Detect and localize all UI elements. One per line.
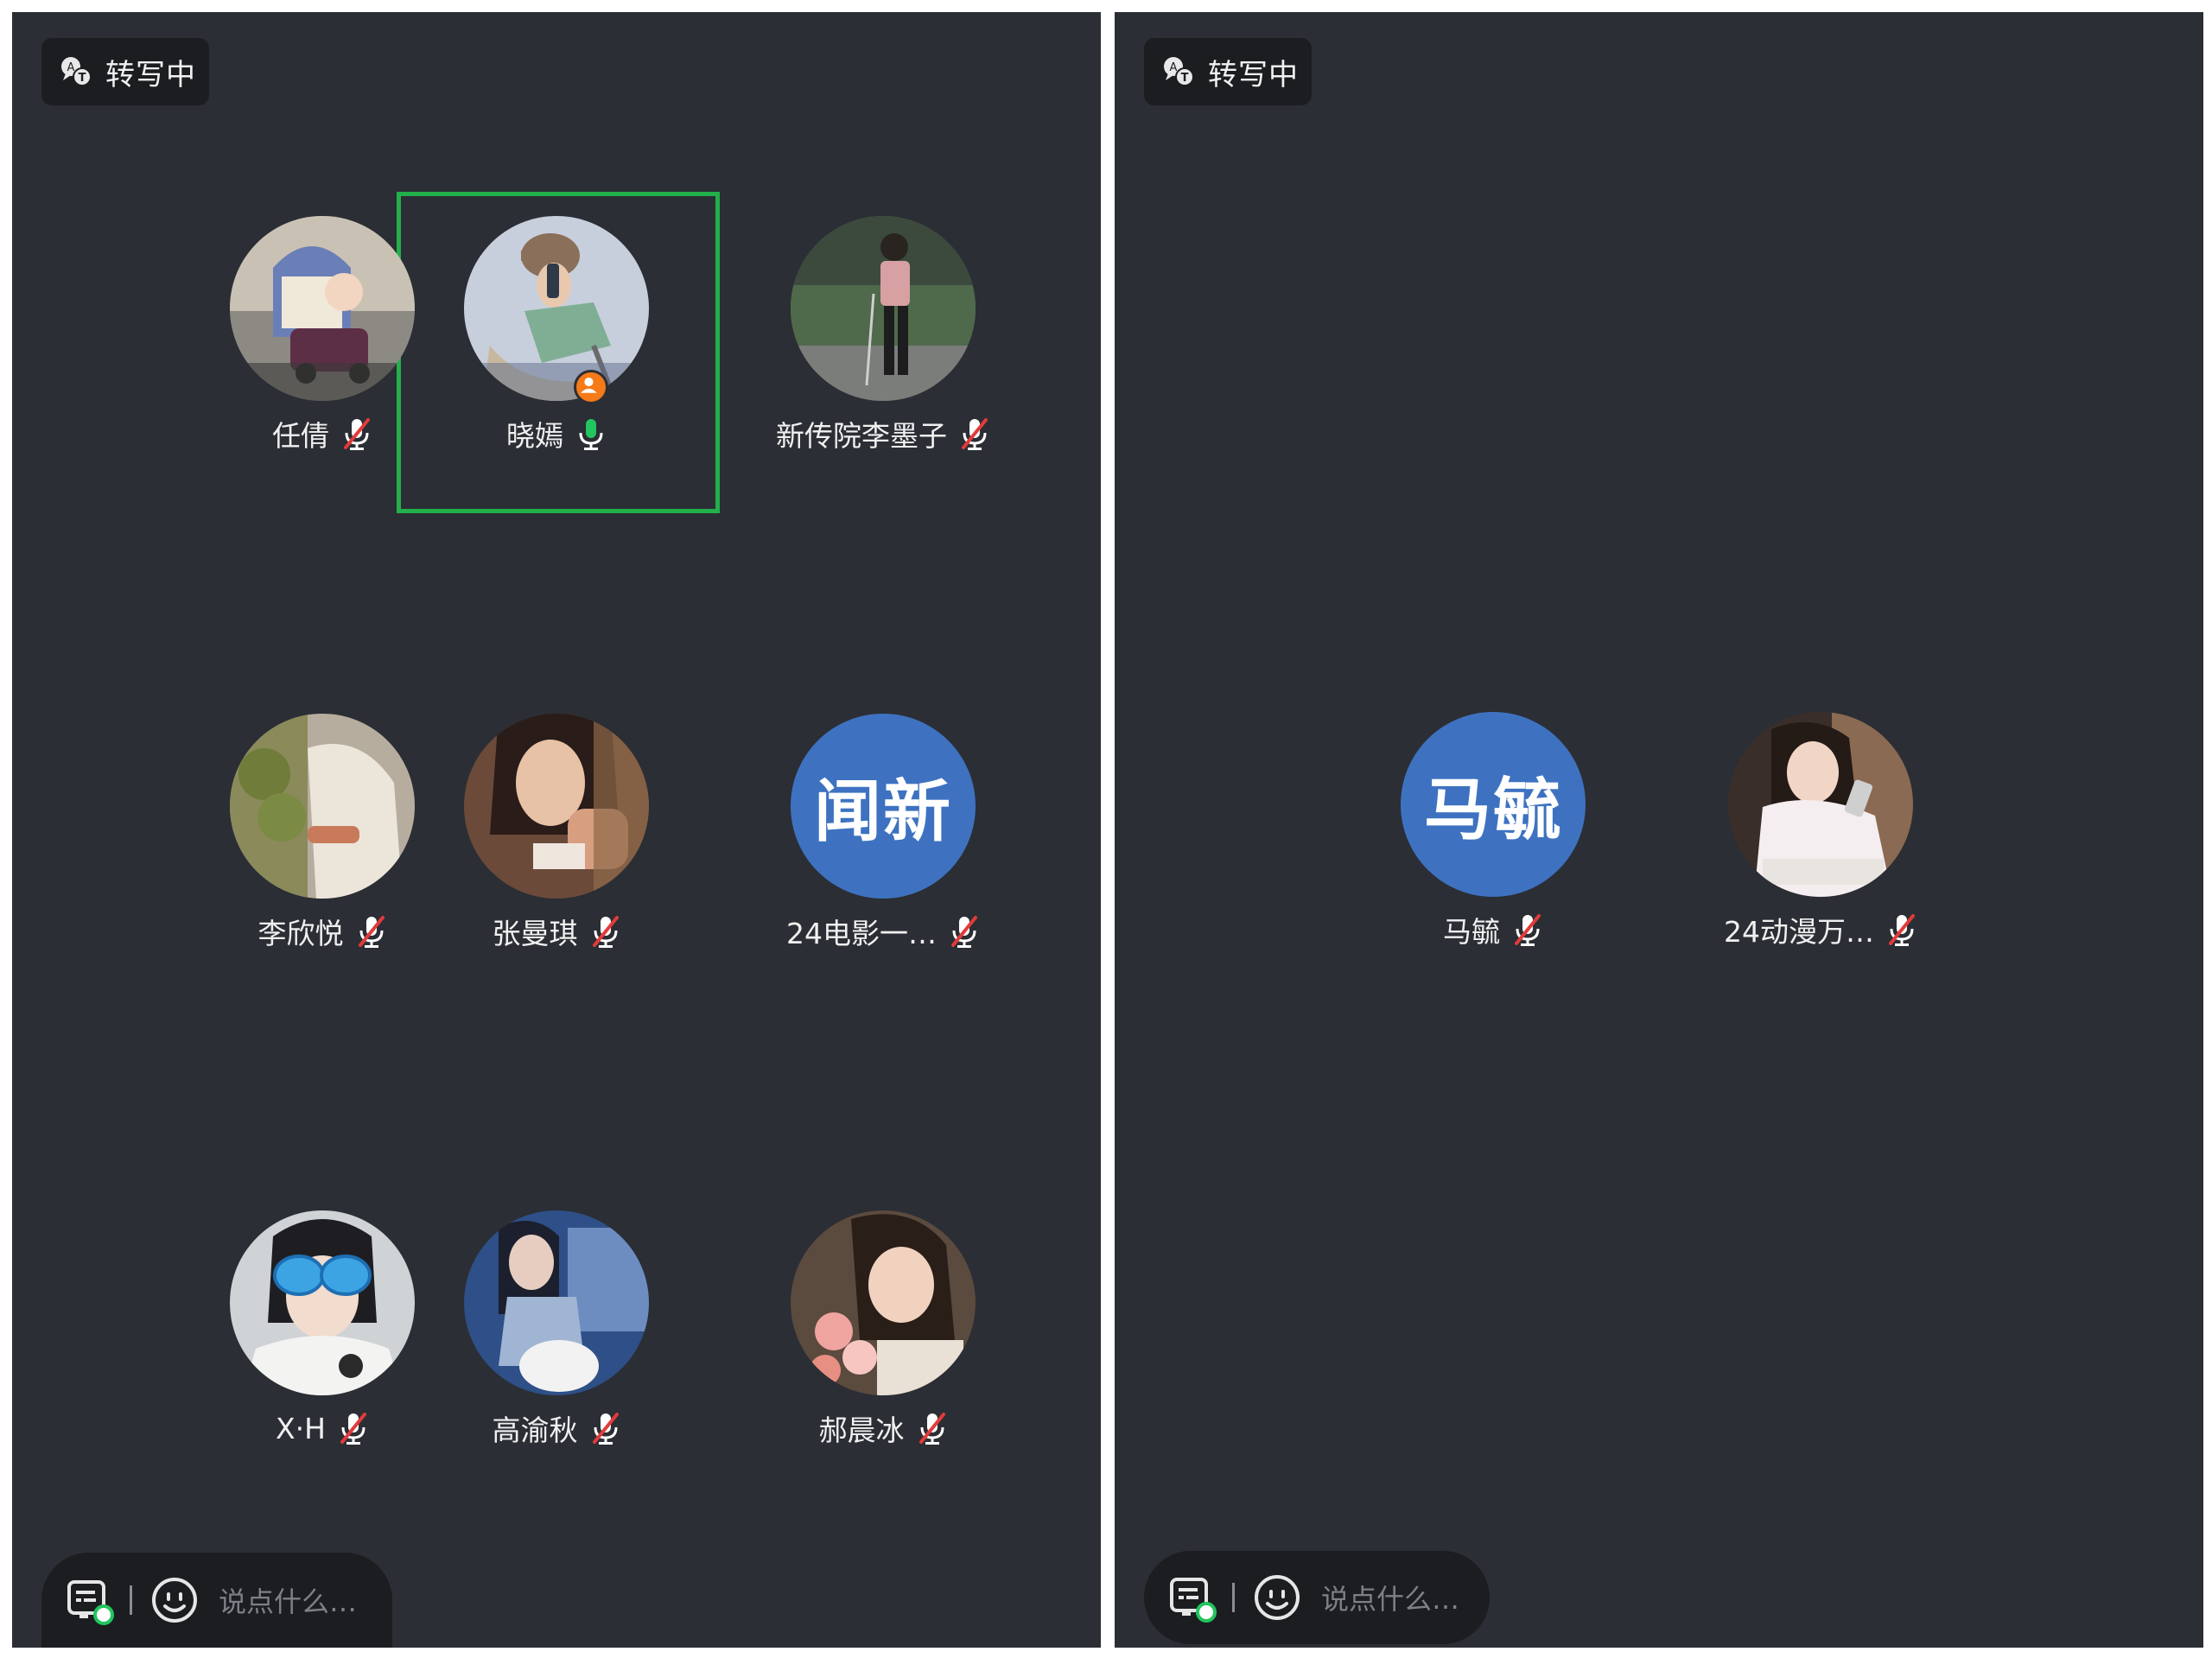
avatar	[791, 216, 976, 401]
participant-name: 张曼琪	[492, 917, 578, 950]
participant-name-row: 高渝秋	[397, 1407, 716, 1449]
mic-on-icon	[579, 419, 603, 450]
svg-text:A: A	[67, 61, 75, 74]
divider	[1232, 1583, 1235, 1612]
transcription-status-label: 转写中	[1208, 57, 1299, 92]
participant-name-row: 马毓	[1333, 909, 1653, 950]
mic-muted-icon	[1889, 914, 1915, 946]
mic-muted-icon	[340, 1413, 366, 1445]
avatar	[464, 216, 649, 401]
participant-name-row: 24动漫万…	[1661, 909, 1980, 950]
participant-tile[interactable]: 郝晨冰	[723, 1210, 1043, 1461]
emoji-icon[interactable]	[1252, 1572, 1302, 1623]
participant-name: 马毓	[1443, 915, 1500, 949]
svg-text:T: T	[79, 72, 86, 85]
avatar	[464, 714, 649, 899]
transcription-icon: A T	[1164, 57, 1194, 86]
transcription-status-label: 转写中	[105, 57, 196, 92]
avatar	[464, 1210, 649, 1395]
participant-name: 晓嫣	[506, 419, 563, 453]
mic-muted-icon	[962, 418, 988, 450]
mic-muted-icon	[918, 1413, 945, 1445]
text-avatar: 闻新	[791, 714, 976, 899]
mic-muted-icon	[344, 418, 370, 450]
transcription-icon: A T	[61, 57, 92, 86]
mic-muted-icon	[951, 916, 977, 948]
meeting-grid-panel-left: A T 转写中 任倩 晓嫣 新传院李墨子 李欣悦 张曼琪 闻新 24电影一… X…	[12, 12, 1101, 1648]
avatar	[230, 1210, 415, 1395]
comment-bar: 说点什么…	[41, 1553, 392, 1648]
svg-text:A: A	[1170, 61, 1178, 74]
participant-name: 任倩	[272, 419, 329, 453]
participant-tile[interactable]: 24动漫万…	[1661, 712, 1980, 962]
avatar	[230, 714, 415, 899]
participant-name-row: 晓嫣	[397, 413, 716, 454]
mic-muted-icon	[358, 916, 385, 948]
participant-name-row: 郝晨冰	[723, 1407, 1043, 1449]
participant-name: 李欣悦	[257, 917, 344, 950]
mic-muted-icon	[1515, 914, 1541, 946]
caption-toggle-icon[interactable]	[64, 1575, 114, 1625]
transcription-status-badge[interactable]: A T 转写中	[41, 38, 209, 105]
participant-name-row: 新传院李墨子	[723, 413, 1043, 454]
participant-tile[interactable]: 马毓 马毓	[1333, 712, 1653, 962]
participant-name: X·H	[276, 1411, 326, 1445]
comment-input-placeholder[interactable]: 说点什么…	[219, 1580, 357, 1620]
participant-tile[interactable]: 晓嫣	[397, 216, 716, 467]
avatar	[230, 216, 415, 401]
participant-name: 新传院李墨子	[776, 419, 947, 453]
mic-muted-icon	[592, 916, 619, 948]
emoji-icon[interactable]	[149, 1575, 200, 1625]
participant-tile[interactable]: 新传院李墨子	[723, 216, 1043, 467]
transcription-status-badge[interactable]: A T 转写中	[1144, 38, 1312, 105]
participant-name-row: 张曼琪	[397, 911, 716, 952]
divider	[130, 1585, 132, 1615]
participant-name: 高渝秋	[492, 1413, 578, 1447]
avatar	[1728, 712, 1913, 897]
caption-toggle-icon[interactable]	[1166, 1572, 1217, 1623]
participant-tile[interactable]: 高渝秋	[397, 1210, 716, 1461]
comment-bar: 说点什么…	[1144, 1551, 1490, 1644]
meeting-grid-panel-right: A T 转写中 马毓 马毓 24动漫万… 说点什么…	[1115, 12, 2203, 1648]
participant-tile[interactable]: 张曼琪	[397, 714, 716, 964]
svg-text:T: T	[1181, 72, 1189, 85]
participant-name: 24电影一…	[786, 917, 937, 950]
comment-input-placeholder[interactable]: 说点什么…	[1321, 1578, 1459, 1617]
avatar	[791, 1210, 976, 1395]
mic-muted-icon	[592, 1413, 619, 1445]
participant-name: 郝晨冰	[818, 1413, 905, 1447]
participant-tile[interactable]: 闻新 24电影一…	[723, 714, 1043, 964]
participant-name-row: 24电影一…	[723, 911, 1043, 952]
text-avatar: 马毓	[1401, 712, 1586, 897]
participant-name: 24动漫万…	[1724, 915, 1874, 949]
host-badge-icon	[574, 370, 608, 404]
